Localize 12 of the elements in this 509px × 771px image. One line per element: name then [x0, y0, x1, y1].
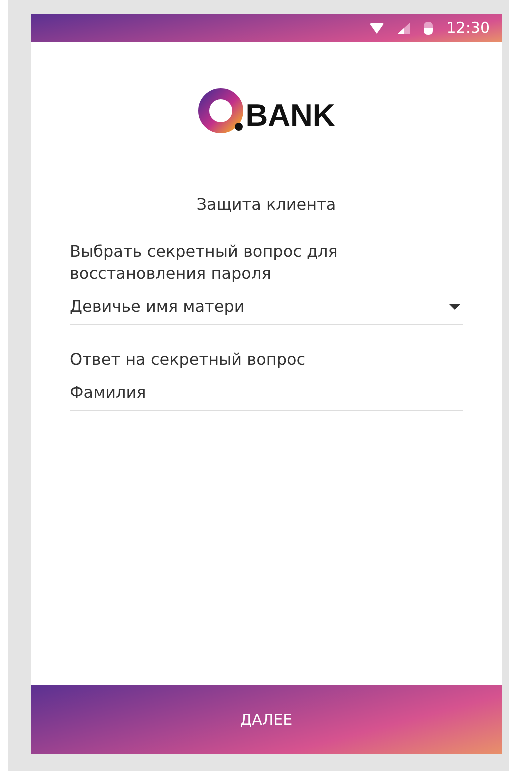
- screen-title: Защита клиента: [196, 195, 338, 214]
- answer-field[interactable]: Фамилия: [70, 371, 463, 411]
- field-label: Выбрать секретный вопрос для восстановления пароля: [70, 241, 339, 285]
- wifi-icon: [370, 22, 384, 34]
- signal-icon: [398, 22, 410, 34]
- select-field[interactable]: Девичье имя матери: [70, 285, 463, 325]
- dropdown-caret-icon: [449, 304, 461, 310]
- battery-icon: [424, 22, 433, 34]
- field-label: Ответ на секретный вопрос: [70, 349, 307, 371]
- logo-text: BANK: [246, 100, 336, 131]
- status-time: 12:30: [446, 19, 490, 37]
- next-button[interactable]: ДАЛЕЕ: [31, 685, 502, 754]
